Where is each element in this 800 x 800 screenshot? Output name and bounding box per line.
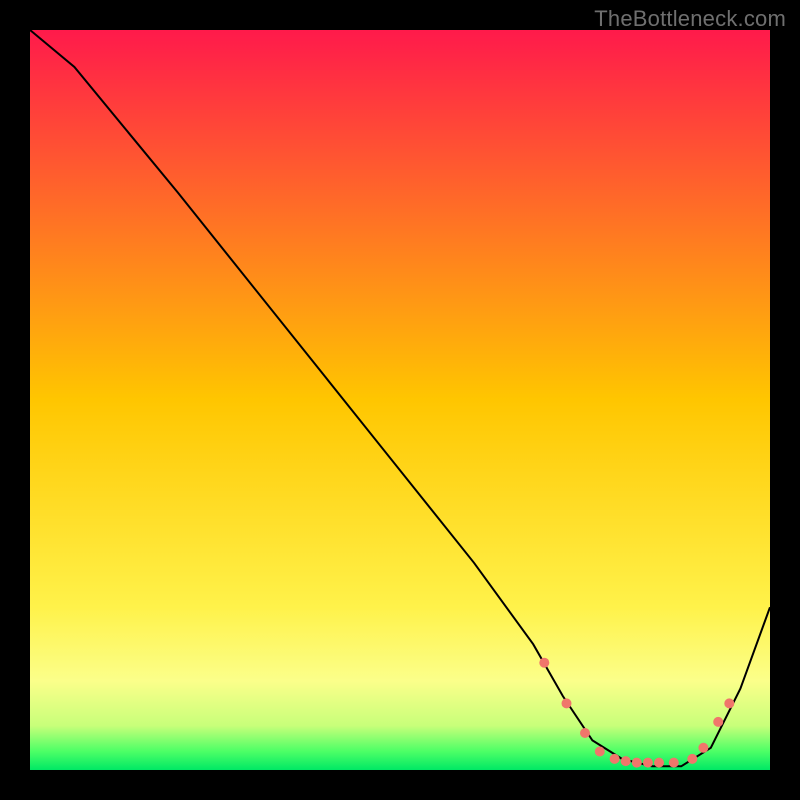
marker-point bbox=[687, 754, 697, 764]
marker-point bbox=[713, 717, 723, 727]
marker-point bbox=[539, 658, 549, 668]
marker-point bbox=[643, 758, 653, 768]
marker-point bbox=[610, 754, 620, 764]
marker-point bbox=[632, 758, 642, 768]
chart-stage: TheBottleneck.com bbox=[0, 0, 800, 800]
gradient-background bbox=[30, 30, 770, 770]
marker-point bbox=[724, 698, 734, 708]
marker-point bbox=[595, 747, 605, 757]
chart-plot-area bbox=[30, 30, 770, 770]
marker-point bbox=[654, 758, 664, 768]
marker-point bbox=[562, 698, 572, 708]
chart-svg bbox=[30, 30, 770, 770]
marker-point bbox=[698, 743, 708, 753]
marker-point bbox=[669, 758, 679, 768]
marker-point bbox=[621, 756, 631, 766]
marker-point bbox=[580, 728, 590, 738]
watermark-text: TheBottleneck.com bbox=[594, 6, 786, 32]
